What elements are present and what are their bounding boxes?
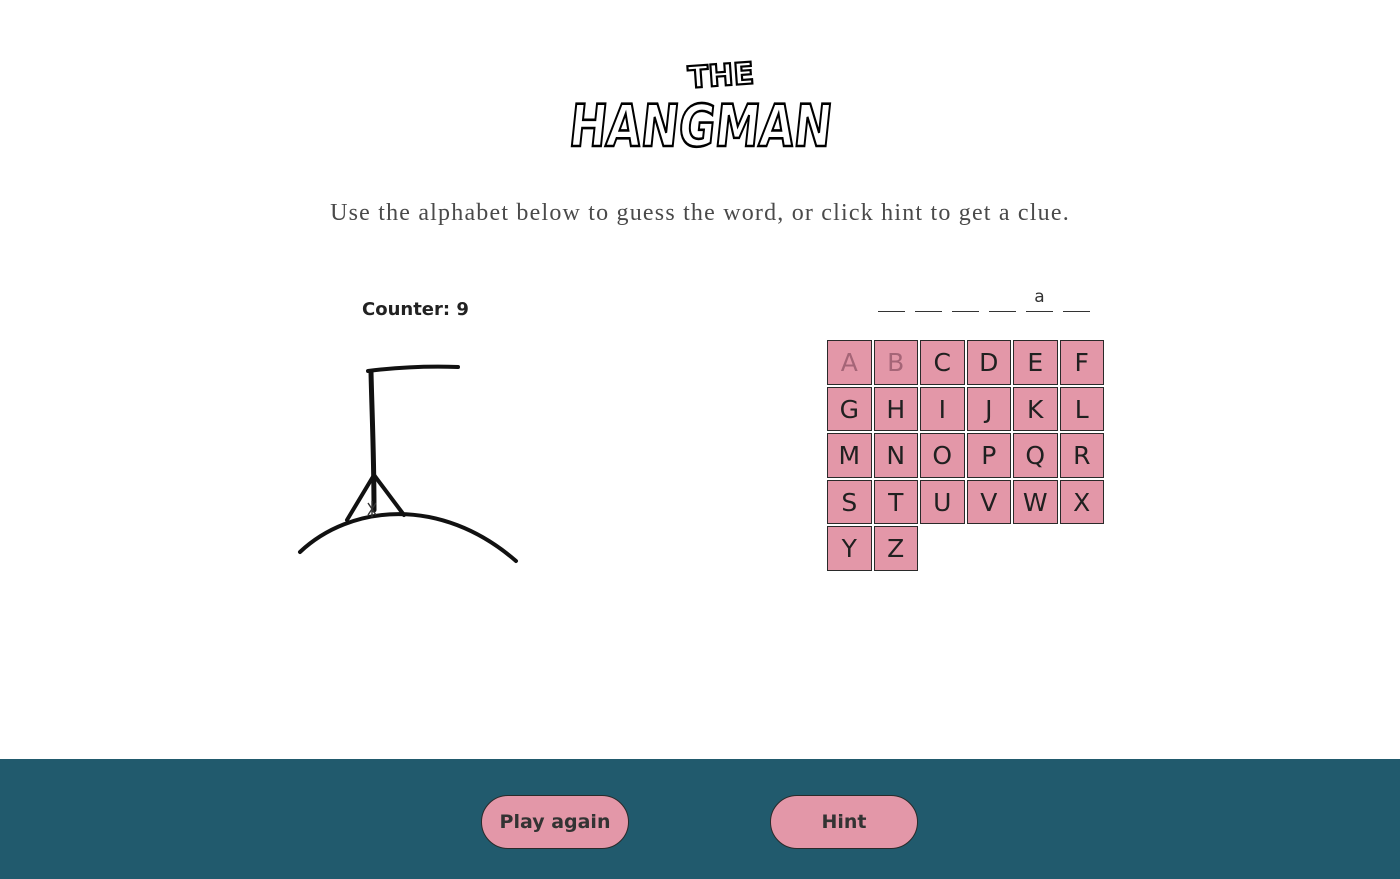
letter-key-s[interactable]: S	[827, 479, 872, 524]
word-slot	[878, 284, 905, 312]
letter-key-w[interactable]: W	[1013, 479, 1058, 524]
letter-key-h[interactable]: H	[873, 386, 918, 431]
letter-key-u[interactable]: U	[920, 479, 965, 524]
letter-key-y[interactable]: Y	[827, 526, 872, 571]
letter-key-o[interactable]: O	[920, 433, 965, 478]
letter-key-d[interactable]: D	[966, 340, 1011, 385]
letter-key-g[interactable]: G	[827, 386, 872, 431]
word-slot	[1063, 284, 1090, 312]
letter-key-e[interactable]: E	[1013, 340, 1058, 385]
letter-key-r[interactable]: R	[1059, 433, 1104, 478]
letter-key-q[interactable]: Q	[1013, 433, 1058, 478]
letter-key-c[interactable]: C	[920, 340, 965, 385]
letter-key-x[interactable]: X	[1059, 479, 1104, 524]
word-slot	[989, 284, 1016, 312]
hangman-logo: THE HANGMAN	[558, 48, 842, 160]
letter-key-a: A	[827, 340, 872, 385]
letter-key-b: B	[873, 340, 918, 385]
letter-key-i[interactable]: I	[920, 386, 965, 431]
letter-key-v[interactable]: V	[966, 479, 1011, 524]
letter-key-f[interactable]: F	[1059, 340, 1104, 385]
word-display: a	[878, 284, 1090, 316]
hangman-drawing	[290, 355, 530, 570]
letter-key-t[interactable]: T	[873, 479, 918, 524]
word-slot: a	[1026, 284, 1053, 312]
letter-keyboard: ABCDEF GHIJKL MNOPQR STUVWX YZ	[827, 340, 1107, 571]
guess-counter: Counter: 9	[362, 299, 469, 320]
letter-key-l[interactable]: L	[1059, 386, 1104, 431]
letter-key-k[interactable]: K	[1013, 386, 1058, 431]
word-slot	[952, 284, 979, 312]
instructions-text: Use the alphabet below to guess the word…	[330, 200, 1070, 226]
letter-key-n[interactable]: N	[873, 433, 918, 478]
letter-key-p[interactable]: P	[966, 433, 1011, 478]
letter-key-z[interactable]: Z	[873, 526, 918, 571]
svg-text:THE: THE	[687, 56, 755, 96]
letter-key-j[interactable]: J	[966, 386, 1011, 431]
letter-key-m[interactable]: M	[827, 433, 872, 478]
play-again-button[interactable]: Play again	[481, 795, 629, 849]
word-slot	[915, 284, 942, 312]
svg-text:HANGMAN: HANGMAN	[566, 92, 835, 160]
footer-bar: Play again Hint	[0, 759, 1400, 879]
hint-button[interactable]: Hint	[770, 795, 918, 849]
